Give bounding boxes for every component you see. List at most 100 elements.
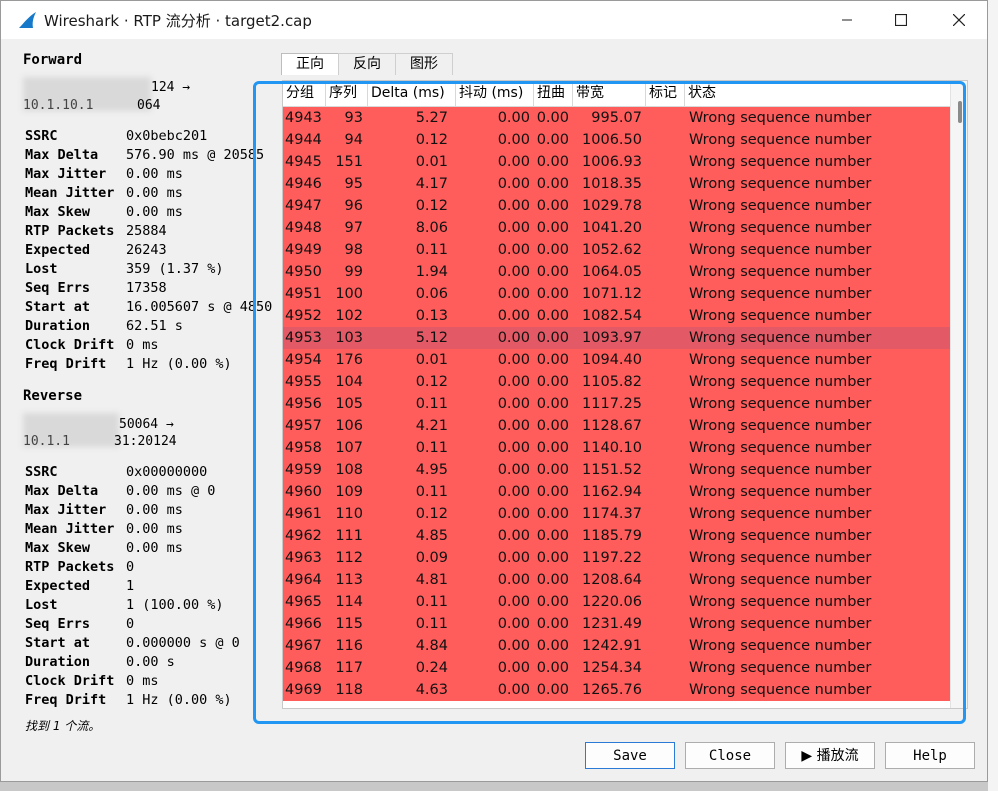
stat-key: RTP Packets — [25, 223, 115, 239]
stat-value: 0.00 ms — [126, 166, 183, 182]
forward-addr-line2-tail: 064 — [137, 98, 161, 113]
stat-value: 576.90 ms @ 20585 — [126, 147, 265, 163]
stat-value: 25884 — [126, 223, 167, 239]
reverse-title: Reverse — [23, 388, 83, 404]
tab-forward[interactable]: 正向 — [281, 53, 339, 75]
stat-row: Max Jitter 0.00 ms — [25, 502, 183, 521]
reverse-addr-line1: 50064 → — [119, 417, 174, 432]
help-button[interactable]: Help — [885, 742, 975, 769]
minimize-button[interactable] — [824, 1, 870, 39]
save-button[interactable]: Save — [585, 742, 675, 769]
stat-row: Expected 1 — [25, 578, 134, 597]
stat-row: Clock Drift 0 ms — [25, 673, 159, 692]
stat-value: 359 (1.37 %) — [126, 261, 224, 277]
close-button[interactable]: Close — [685, 742, 775, 769]
stat-value: 1 Hz (0.00 %) — [126, 692, 232, 708]
stat-row: Clock Drift 0 ms — [25, 337, 159, 356]
stat-row: RTP Packets 0 — [25, 559, 134, 578]
stat-row: Mean Jitter 0.00 ms — [25, 521, 183, 540]
stat-row: Seq Errs 0 — [25, 616, 134, 635]
stat-key: Mean Jitter — [25, 185, 115, 201]
stat-value: 0.00 ms — [126, 204, 183, 220]
stat-value: 0.00 ms — [126, 540, 183, 556]
stat-value: 26243 — [126, 242, 167, 258]
stat-key: Max Skew — [25, 204, 91, 220]
stat-key: RTP Packets — [25, 559, 115, 575]
stat-row: RTP Packets 25884 — [25, 223, 167, 242]
stat-key: Max Skew — [25, 540, 91, 556]
stat-row: SSRC 0x0bebc201 — [25, 128, 207, 147]
stat-row: Duration 62.51 s — [25, 318, 183, 337]
stat-value: 62.51 s — [126, 318, 183, 334]
stat-key: Seq Errs — [25, 616, 91, 632]
stat-key: Expected — [25, 578, 91, 594]
stat-key: Freq Drift — [25, 692, 107, 708]
forward-addr-line1: 124 → — [151, 80, 191, 95]
stat-key: Freq Drift — [25, 356, 107, 372]
stat-value: 0.000000 s @ 0 — [126, 635, 240, 651]
stat-row: Lost 1 (100.00 %) — [25, 597, 224, 616]
stat-key: Start at — [25, 299, 91, 315]
reverse-addr-line2-tail: 31:20124 — [114, 434, 177, 449]
stat-value: 0.00 ms — [126, 502, 183, 518]
stat-key: SSRC — [25, 464, 58, 480]
stat-value: 0 ms — [126, 673, 159, 689]
minimize-icon — [842, 19, 852, 21]
stat-row: Seq Errs 17358 — [25, 280, 167, 299]
maximize-button[interactable] — [878, 1, 924, 39]
forward-addr-line2: 10.1.10.1 — [23, 98, 94, 113]
tab-reverse[interactable]: 反向 — [338, 53, 396, 75]
stat-value: 0 — [126, 559, 135, 575]
stat-value: 17358 — [126, 280, 167, 296]
stat-row: Mean Jitter 0.00 ms — [25, 185, 183, 204]
stat-key: Lost — [25, 597, 58, 613]
stat-value: 0.00 s — [126, 654, 175, 670]
stat-row: Lost 359 (1.37 %) — [25, 261, 224, 280]
stat-row: Max Skew 0.00 ms — [25, 540, 183, 559]
title-bar: Wireshark · RTP 流分析 · target2.cap — [1, 1, 987, 39]
stat-key: Max Delta — [25, 147, 99, 163]
reverse-addr-line2: 10.1.1 — [23, 434, 70, 449]
stat-row: Duration 0.00 s — [25, 654, 175, 673]
rtp-stream-analysis-window: Wireshark · RTP 流分析 · target2.cap Forwar… — [0, 0, 988, 782]
stat-value: 0.00 ms — [126, 185, 183, 201]
forward-title: Forward — [23, 52, 83, 68]
stat-key: Start at — [25, 635, 91, 651]
stat-row: Start at 0.000000 s @ 0 — [25, 635, 240, 654]
wireshark-fin-icon — [19, 12, 36, 28]
direction-tabs: 正向 反向 图形 — [281, 53, 453, 75]
stat-value: 16.005607 s @ 4850 — [126, 299, 273, 315]
tab-graph[interactable]: 图形 — [395, 53, 453, 75]
stat-value: 0x0bebc201 — [126, 128, 208, 144]
maximize-icon — [895, 14, 907, 26]
found-streams-text: 找到 1 个流。 — [25, 719, 101, 733]
stat-key: Mean Jitter — [25, 521, 115, 537]
stat-key: SSRC — [25, 128, 58, 144]
stat-value: 0.00 ms — [126, 521, 183, 537]
window-title: Wireshark · RTP 流分析 · target2.cap — [44, 12, 312, 30]
stat-value: 1 Hz (0.00 %) — [126, 356, 232, 372]
stat-row: SSRC 0x00000000 — [25, 464, 207, 483]
stat-key: Max Jitter — [25, 166, 107, 182]
stat-value: 1 (100.00 %) — [126, 597, 224, 613]
stat-key: Seq Errs — [25, 280, 91, 296]
close-icon — [953, 14, 965, 26]
stat-row: Expected 26243 — [25, 242, 167, 261]
stat-row: Max Skew 0.00 ms — [25, 204, 183, 223]
play-streams-button[interactable]: ▶ 播放流 — [785, 742, 875, 769]
stat-value: 0x00000000 — [126, 464, 208, 480]
stat-key: Duration — [25, 654, 91, 670]
stat-key: Clock Drift — [25, 673, 115, 689]
background-window-edge — [988, 0, 998, 791]
stat-value: 0 ms — [126, 337, 159, 353]
stat-key: Lost — [25, 261, 58, 277]
stat-key: Clock Drift — [25, 337, 115, 353]
stat-key: Max Jitter — [25, 502, 107, 518]
stat-key: Duration — [25, 318, 91, 334]
stat-row: Max Delta 0.00 ms @ 0 — [25, 483, 215, 502]
stat-row: Freq Drift 1 Hz (0.00 %) — [25, 692, 232, 711]
stat-key: Expected — [25, 242, 91, 258]
stat-value: 0.00 ms @ 0 — [126, 483, 216, 499]
stat-row: Freq Drift 1 Hz (0.00 %) — [25, 356, 232, 375]
close-window-button[interactable] — [936, 1, 982, 39]
